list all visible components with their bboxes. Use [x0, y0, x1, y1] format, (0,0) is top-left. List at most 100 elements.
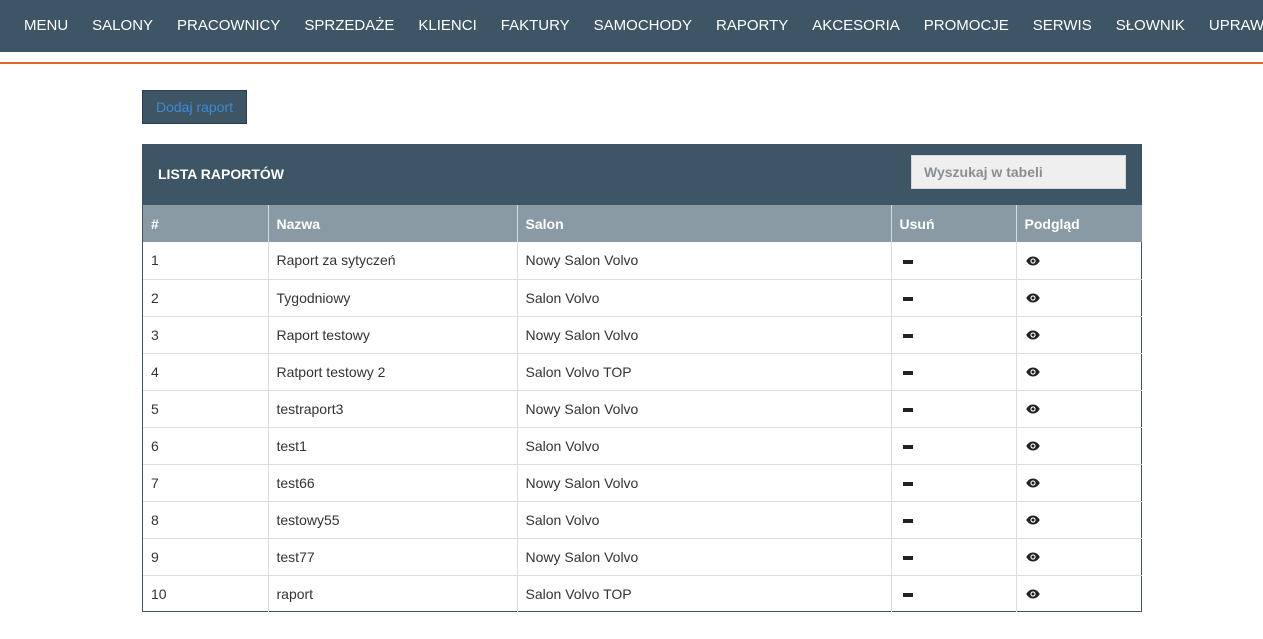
row-delete-cell: [891, 575, 1017, 612]
nav-item-klienci[interactable]: KLIENCI: [406, 0, 488, 52]
add-report-button[interactable]: Dodaj raport: [142, 90, 247, 124]
minus-icon[interactable]: [902, 444, 913, 449]
header-preview: Podgląd: [1016, 205, 1142, 242]
eye-icon[interactable]: [1025, 586, 1040, 602]
row-preview-cell: [1016, 353, 1142, 391]
row-delete-cell: [891, 538, 1017, 576]
row-name: Raport za sytyczeń: [268, 242, 518, 280]
row-preview-cell: [1016, 538, 1142, 576]
row-name: Raport testowy: [268, 316, 518, 354]
row-preview-cell: [1016, 242, 1142, 280]
eye-icon[interactable]: [1025, 475, 1040, 491]
panel-header: LISTA RAPORTÓW: [143, 145, 1141, 205]
header-salon[interactable]: Salon: [517, 205, 892, 242]
row-preview-cell: [1016, 501, 1142, 539]
nav-item-raporty[interactable]: RAPORTY: [704, 0, 800, 52]
row-delete-cell: [891, 390, 1017, 428]
table-row: 9 test77 Nowy Salon Volvo: [143, 538, 1142, 576]
eye-icon[interactable]: [1025, 401, 1040, 417]
eye-icon[interactable]: [1025, 438, 1040, 454]
top-navbar: MENU SALONY PRACOWNICY SPRZEDAŻE KLIENCI…: [0, 0, 1263, 52]
nav-item-slownik[interactable]: SŁOWNIK: [1104, 0, 1197, 52]
nav-item-menu[interactable]: MENU: [0, 0, 80, 52]
row-salon: Salon Volvo: [517, 279, 892, 317]
row-number: 10: [143, 575, 269, 612]
minus-icon[interactable]: [902, 481, 913, 486]
nav-item-faktury[interactable]: FAKTURY: [489, 0, 582, 52]
table-row: 1 Raport za sytyczeń Nowy Salon Volvo: [143, 242, 1142, 280]
nav-item-sprzedaze[interactable]: SPRZEDAŻE: [292, 0, 406, 52]
table-row: 2 Tygodniowy Salon Volvo: [143, 279, 1142, 317]
row-salon: Nowy Salon Volvo: [517, 390, 892, 428]
row-number: 2: [143, 279, 269, 317]
row-preview-cell: [1016, 279, 1142, 317]
row-number: 5: [143, 390, 269, 428]
row-salon: Salon Volvo: [517, 501, 892, 539]
table-body: 1 Raport za sytyczeń Nowy Salon Volvo 2 Tygo…: [143, 242, 1142, 612]
reports-panel: LISTA RAPORTÓW # Nazwa Salon Usuń Podglą…: [142, 144, 1142, 612]
row-delete-cell: [891, 353, 1017, 391]
row-number: 8: [143, 501, 269, 539]
table-row: 10 raport Salon Volvo TOP: [143, 575, 1142, 612]
row-salon: Salon Volvo: [517, 427, 892, 465]
minus-icon[interactable]: [902, 296, 913, 301]
eye-icon[interactable]: [1025, 549, 1040, 565]
row-number: 1: [143, 242, 269, 280]
row-preview-cell: [1016, 316, 1142, 354]
minus-icon[interactable]: [902, 593, 913, 598]
table-row: 5 testraport3 Nowy Salon Volvo: [143, 390, 1142, 428]
row-salon: Nowy Salon Volvo: [517, 538, 892, 576]
row-number: 7: [143, 464, 269, 502]
eye-icon[interactable]: [1025, 364, 1040, 380]
nav-item-promocje[interactable]: PROMOCJE: [912, 0, 1021, 52]
row-name: testowy55: [268, 501, 518, 539]
table-row: 8 testowy55 Salon Volvo: [143, 501, 1142, 539]
eye-icon[interactable]: [1025, 253, 1040, 269]
minus-icon[interactable]: [902, 259, 913, 264]
table-row: 7 test66 Nowy Salon Volvo: [143, 464, 1142, 502]
minus-icon[interactable]: [902, 555, 913, 560]
row-number: 6: [143, 427, 269, 465]
table-row: 4 Ratport testowy 2 Salon Volvo TOP: [143, 353, 1142, 391]
row-preview-cell: [1016, 427, 1142, 465]
row-delete-cell: [891, 427, 1017, 465]
row-number: 3: [143, 316, 269, 354]
accent-divider: [0, 62, 1263, 64]
minus-icon[interactable]: [902, 370, 913, 375]
nav-item-akcesoria[interactable]: AKCESORIA: [800, 0, 912, 52]
row-delete-cell: [891, 279, 1017, 317]
row-name: Tygodniowy: [268, 279, 518, 317]
eye-icon[interactable]: [1025, 512, 1040, 528]
row-salon: Nowy Salon Volvo: [517, 464, 892, 502]
row-delete-cell: [891, 316, 1017, 354]
row-number: 4: [143, 353, 269, 391]
reports-table: # Nazwa Salon Usuń Podgląd 1 Raport za sy…: [143, 205, 1142, 612]
eye-icon[interactable]: [1025, 290, 1040, 306]
row-salon: Salon Volvo TOP: [517, 353, 892, 391]
row-preview-cell: [1016, 575, 1142, 612]
nav-item-pracownicy[interactable]: PRACOWNICY: [165, 0, 292, 52]
row-preview-cell: [1016, 390, 1142, 428]
minus-icon[interactable]: [902, 407, 913, 412]
row-salon: Salon Volvo TOP: [517, 575, 892, 612]
row-salon: Nowy Salon Volvo: [517, 242, 892, 280]
nav-item-salony[interactable]: SALONY: [80, 0, 165, 52]
row-number: 9: [143, 538, 269, 576]
nav-item-serwis[interactable]: SERWIS: [1021, 0, 1104, 52]
table-search-input[interactable]: [911, 155, 1126, 189]
header-number[interactable]: #: [143, 205, 269, 242]
header-delete: Usuń: [891, 205, 1017, 242]
nav-item-samochody[interactable]: SAMOCHODY: [582, 0, 704, 52]
minus-icon[interactable]: [902, 518, 913, 523]
row-name: test66: [268, 464, 518, 502]
row-delete-cell: [891, 501, 1017, 539]
row-name: Ratport testowy 2: [268, 353, 518, 391]
minus-icon[interactable]: [902, 333, 913, 338]
header-name[interactable]: Nazwa: [268, 205, 518, 242]
eye-icon[interactable]: [1025, 327, 1040, 343]
table-row: 6 test1 Salon Volvo: [143, 427, 1142, 465]
nav-item-uprawnienia[interactable]: UPRAWNIENIA: [1197, 0, 1263, 52]
panel-title: LISTA RAPORTÓW: [158, 166, 284, 182]
row-name: test77: [268, 538, 518, 576]
row-delete-cell: [891, 464, 1017, 502]
